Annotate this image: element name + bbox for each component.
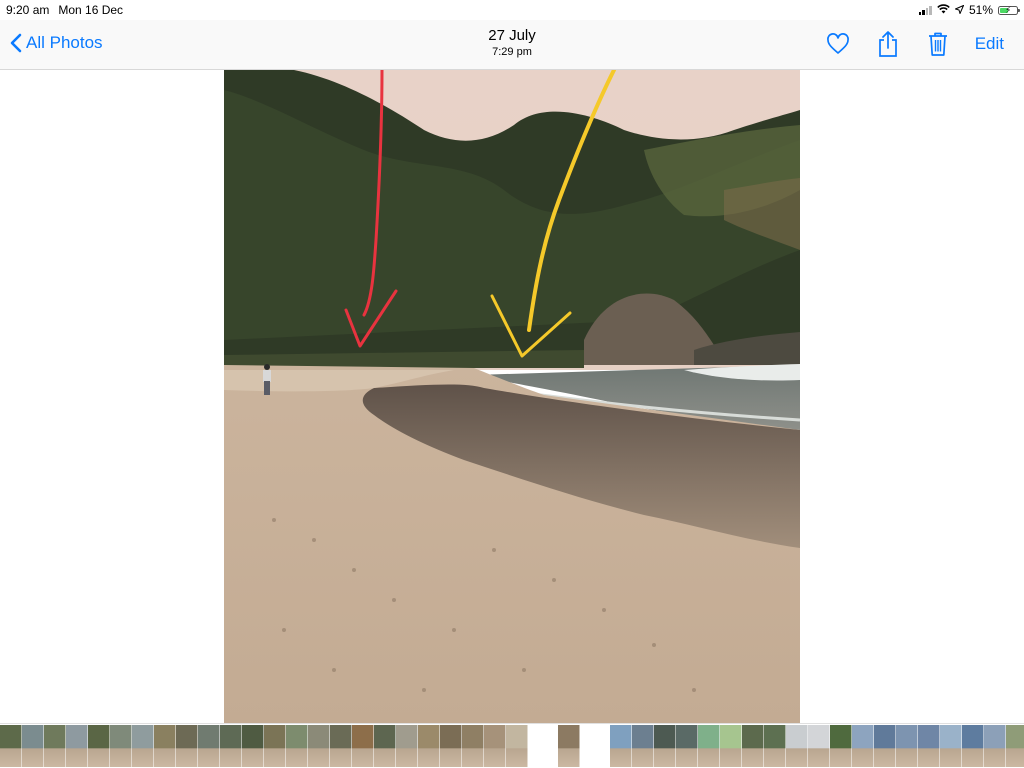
filmstrip-thumbnail[interactable] xyxy=(830,725,852,767)
filmstrip-thumbnail[interactable] xyxy=(558,725,580,767)
heart-icon xyxy=(826,33,849,54)
location-icon xyxy=(953,0,965,20)
filmstrip-thumbnail[interactable] xyxy=(720,725,742,767)
filmstrip-thumbnail[interactable] xyxy=(198,725,220,767)
filmstrip-thumbnail[interactable] xyxy=(786,725,808,767)
battery-icon: ⚡ xyxy=(998,5,1020,15)
filmstrip-thumbnail[interactable] xyxy=(154,725,176,767)
photo-date: 27 July xyxy=(488,27,536,44)
share-icon xyxy=(878,31,897,57)
photo-filmstrip[interactable] xyxy=(0,723,1024,768)
filmstrip-thumbnail[interactable] xyxy=(374,725,396,767)
filmstrip-thumbnail[interactable] xyxy=(984,725,1006,767)
filmstrip-thumbnail[interactable] xyxy=(440,725,462,767)
delete-button[interactable] xyxy=(925,30,951,58)
photo-time: 7:29 pm xyxy=(492,46,532,58)
status-bar: 9:20 am Mon 16 Dec 51% ⚡ xyxy=(0,0,1024,20)
photo-viewer[interactable] xyxy=(0,70,1024,723)
filmstrip-thumbnail[interactable] xyxy=(874,725,896,767)
filmstrip-thumbnail[interactable] xyxy=(22,725,44,767)
filmstrip-thumbnail[interactable] xyxy=(286,725,308,767)
battery-percent: 51% xyxy=(968,3,993,17)
status-right: 51% ⚡ xyxy=(918,0,1020,20)
filmstrip-thumbnail[interactable] xyxy=(44,725,66,767)
filmstrip-thumbnail[interactable] xyxy=(632,725,654,767)
beach-photo[interactable] xyxy=(224,70,800,723)
favorite-button[interactable] xyxy=(825,30,851,58)
photo-title: 27 July 7:29 pm xyxy=(412,27,612,59)
filmstrip-thumbnail[interactable] xyxy=(330,725,352,767)
filmstrip-thumbnail[interactable] xyxy=(484,725,506,767)
filmstrip-thumbnail[interactable] xyxy=(176,725,198,767)
filmstrip-thumbnail[interactable] xyxy=(352,725,374,767)
filmstrip-thumbnail[interactable] xyxy=(264,725,286,767)
back-label: All Photos xyxy=(26,33,103,52)
status-date: Mon 16 Dec xyxy=(58,3,124,17)
filmstrip-thumbnail[interactable] xyxy=(0,725,22,767)
filmstrip-thumbnail[interactable] xyxy=(918,725,940,767)
signal-icon xyxy=(918,5,932,15)
filmstrip-thumbnail[interactable] xyxy=(396,725,418,767)
share-button[interactable] xyxy=(875,30,901,58)
status-time: 9:20 am xyxy=(6,3,50,17)
filmstrip-thumbnail[interactable] xyxy=(220,725,242,767)
filmstrip-thumbnail[interactable] xyxy=(66,725,88,767)
filmstrip-thumbnail[interactable] xyxy=(1006,725,1024,767)
nav-bar: All Photos 27 July 7:29 pm Edit xyxy=(0,20,1024,70)
filmstrip-thumbnail[interactable] xyxy=(808,725,830,767)
edit-button[interactable]: Edit xyxy=(975,34,1004,54)
status-left: 9:20 am Mon 16 Dec xyxy=(6,0,123,20)
filmstrip-thumbnail[interactable] xyxy=(742,725,764,767)
filmstrip-thumbnail[interactable] xyxy=(132,725,154,767)
filmstrip-thumbnail[interactable] xyxy=(418,725,440,767)
filmstrip-thumbnail[interactable] xyxy=(88,725,110,767)
filmstrip-thumbnail[interactable] xyxy=(110,725,132,767)
filmstrip-thumbnail[interactable] xyxy=(764,725,786,767)
filmstrip-thumbnail[interactable] xyxy=(610,725,632,767)
filmstrip-thumbnail[interactable] xyxy=(698,725,720,767)
chevron-left-icon xyxy=(10,33,22,53)
filmstrip-thumbnail[interactable] xyxy=(308,725,330,767)
filmstrip-thumbnail[interactable] xyxy=(896,725,918,767)
nav-actions: Edit xyxy=(825,30,1004,58)
filmstrip-thumbnail[interactable] xyxy=(242,725,264,767)
filmstrip-thumbnail[interactable] xyxy=(506,725,528,767)
filmstrip-thumbnail[interactable] xyxy=(852,725,874,767)
trash-icon xyxy=(928,32,947,56)
all-photos-back-button[interactable]: All Photos xyxy=(10,33,103,53)
filmstrip-thumbnail[interactable] xyxy=(962,725,984,767)
filmstrip-thumbnail[interactable] xyxy=(462,725,484,767)
filmstrip-gap xyxy=(580,725,610,767)
filmstrip-thumbnail[interactable] xyxy=(676,725,698,767)
filmstrip-thumbnail[interactable] xyxy=(654,725,676,767)
wifi-icon xyxy=(937,0,950,20)
filmstrip-thumbnail[interactable] xyxy=(940,725,962,767)
filmstrip-gap xyxy=(528,725,558,767)
